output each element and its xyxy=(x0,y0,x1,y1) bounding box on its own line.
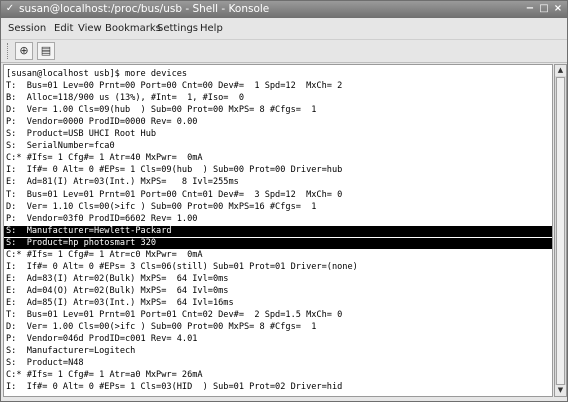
window-title: susan@localhost:/proc/bus/usb - Shell - … xyxy=(19,3,270,15)
terminal-line: I: If#= 0 Alt= 0 #EPs= 3 Cls=06(still) S… xyxy=(6,261,358,272)
terminal-line: C:* #Ifs= 1 Cfg#= 1 Atr=40 MxPwr= 0mA xyxy=(6,153,203,164)
terminal-line: E: Ad=83(I) Atr=02(Bulk) MxPS= 64 Ivl=0m… xyxy=(6,273,229,284)
terminal-line: I: If#= 0 Alt= 0 #EPs= 1 Cls=03(HID ) Su… xyxy=(6,382,343,393)
new-session-icon[interactable]: ⊕ xyxy=(15,42,33,60)
terminal-line: C:* #Ifs= 1 Cfg#= 1 Atr=c0 MxPwr= 0mA xyxy=(6,249,203,260)
vertical-scrollbar[interactable]: ▲ ▼ xyxy=(554,64,567,397)
terminal-icon[interactable]: ▤ xyxy=(37,42,55,60)
menu-session[interactable]: Session xyxy=(8,22,46,36)
scroll-up-arrow[interactable]: ▲ xyxy=(555,65,566,76)
terminal-line: I: If#= 0 Alt= 0 #EPs= 1 Cls=09(hub ) Su… xyxy=(6,165,343,176)
menu-bar: Session Edit View Bookmarks Settings Hel… xyxy=(1,19,567,40)
menu-view[interactable]: View xyxy=(78,22,102,36)
terminal-line: S: Product=N48 xyxy=(6,358,84,369)
terminal-line: C:* #Ifs= 1 Cfg#= 1 Atr=a0 MxPwr= 26mA xyxy=(6,370,203,381)
terminal-output[interactable]: [susan@localhost usb]$ more devices T: Bu… xyxy=(3,64,553,397)
menu-edit[interactable]: Edit xyxy=(54,22,73,36)
terminal-line: T: Bus=01 Lev=01 Prnt=01 Port=00 Cnt=01 … xyxy=(6,189,343,200)
terminal-line: B: Alloc=118/900 us (13%), #Int= 1, #Iso… xyxy=(6,93,244,104)
terminal-line: S: Manufacturer=Hewlett-Packard xyxy=(4,225,552,237)
terminal-line: E: Ad=81(I) Atr=03(Int.) MxPS= 8 Ivl=255… xyxy=(6,177,239,188)
terminal-line: D: Ver= 1.00 Cls=09(hub ) Sub=00 Prot=00… xyxy=(6,105,317,116)
menu-bookmarks[interactable]: Bookmarks xyxy=(105,22,161,36)
konsole-window: ✓ susan@localhost:/proc/bus/usb - Shell … xyxy=(0,0,568,402)
menu-help[interactable]: Help xyxy=(200,22,223,36)
terminal-line: S: SerialNumber=fca0 xyxy=(6,141,115,152)
terminal-line: D: Ver= 1.10 Cls=00(>ifc ) Sub=00 Prot=0… xyxy=(6,201,317,212)
scroll-down-arrow[interactable]: ▼ xyxy=(555,385,566,396)
terminal-line: D: Ver= 1.00 Cls=00(>ifc ) Sub=00 Prot=0… xyxy=(6,322,317,333)
terminal-line: S: Product=USB UHCI Root Hub xyxy=(6,129,157,140)
terminal-line: P: Vendor=046d ProdID=c001 Rev= 4.01 xyxy=(6,334,198,345)
menu-settings[interactable]: Settings xyxy=(157,22,198,36)
toolbar-grip[interactable] xyxy=(7,43,11,59)
minimize-button[interactable]: − xyxy=(524,3,536,15)
terminal-line: E: Ad=04(O) Atr=02(Bulk) MxPS= 64 Ivl=0m… xyxy=(6,285,229,296)
terminal-line: P: Vendor=03f0 ProdID=6602 Rev= 1.00 xyxy=(6,213,198,224)
terminal-line: P: Vendor=0000 ProdID=0000 Rev= 0.00 xyxy=(6,117,198,128)
maximize-button[interactable]: □ xyxy=(538,3,550,15)
window-menu-icon[interactable]: ✓ xyxy=(4,3,16,15)
terminal-line: S: Manufacturer=Logitech xyxy=(6,346,136,357)
title-bar[interactable]: ✓ susan@localhost:/proc/bus/usb - Shell … xyxy=(1,1,567,18)
toolbar: ⊕ ▤ xyxy=(1,40,567,63)
terminal-line: E: Ad=85(I) Atr=03(Int.) MxPS= 64 Ivl=16… xyxy=(6,297,234,308)
shell-prompt-line: [susan@localhost usb]$ more devices xyxy=(6,69,188,79)
terminal-line: T: Bus=01 Lev=00 Prnt=00 Port=00 Cnt=00 … xyxy=(6,81,343,92)
close-button[interactable]: × xyxy=(552,3,564,15)
terminal-line: S: Product=hp photosmart 320 xyxy=(4,237,552,249)
scroll-thumb[interactable] xyxy=(556,77,565,385)
terminal-line: T: Bus=01 Lev=01 Prnt=01 Port=01 Cnt=02 … xyxy=(6,310,343,320)
